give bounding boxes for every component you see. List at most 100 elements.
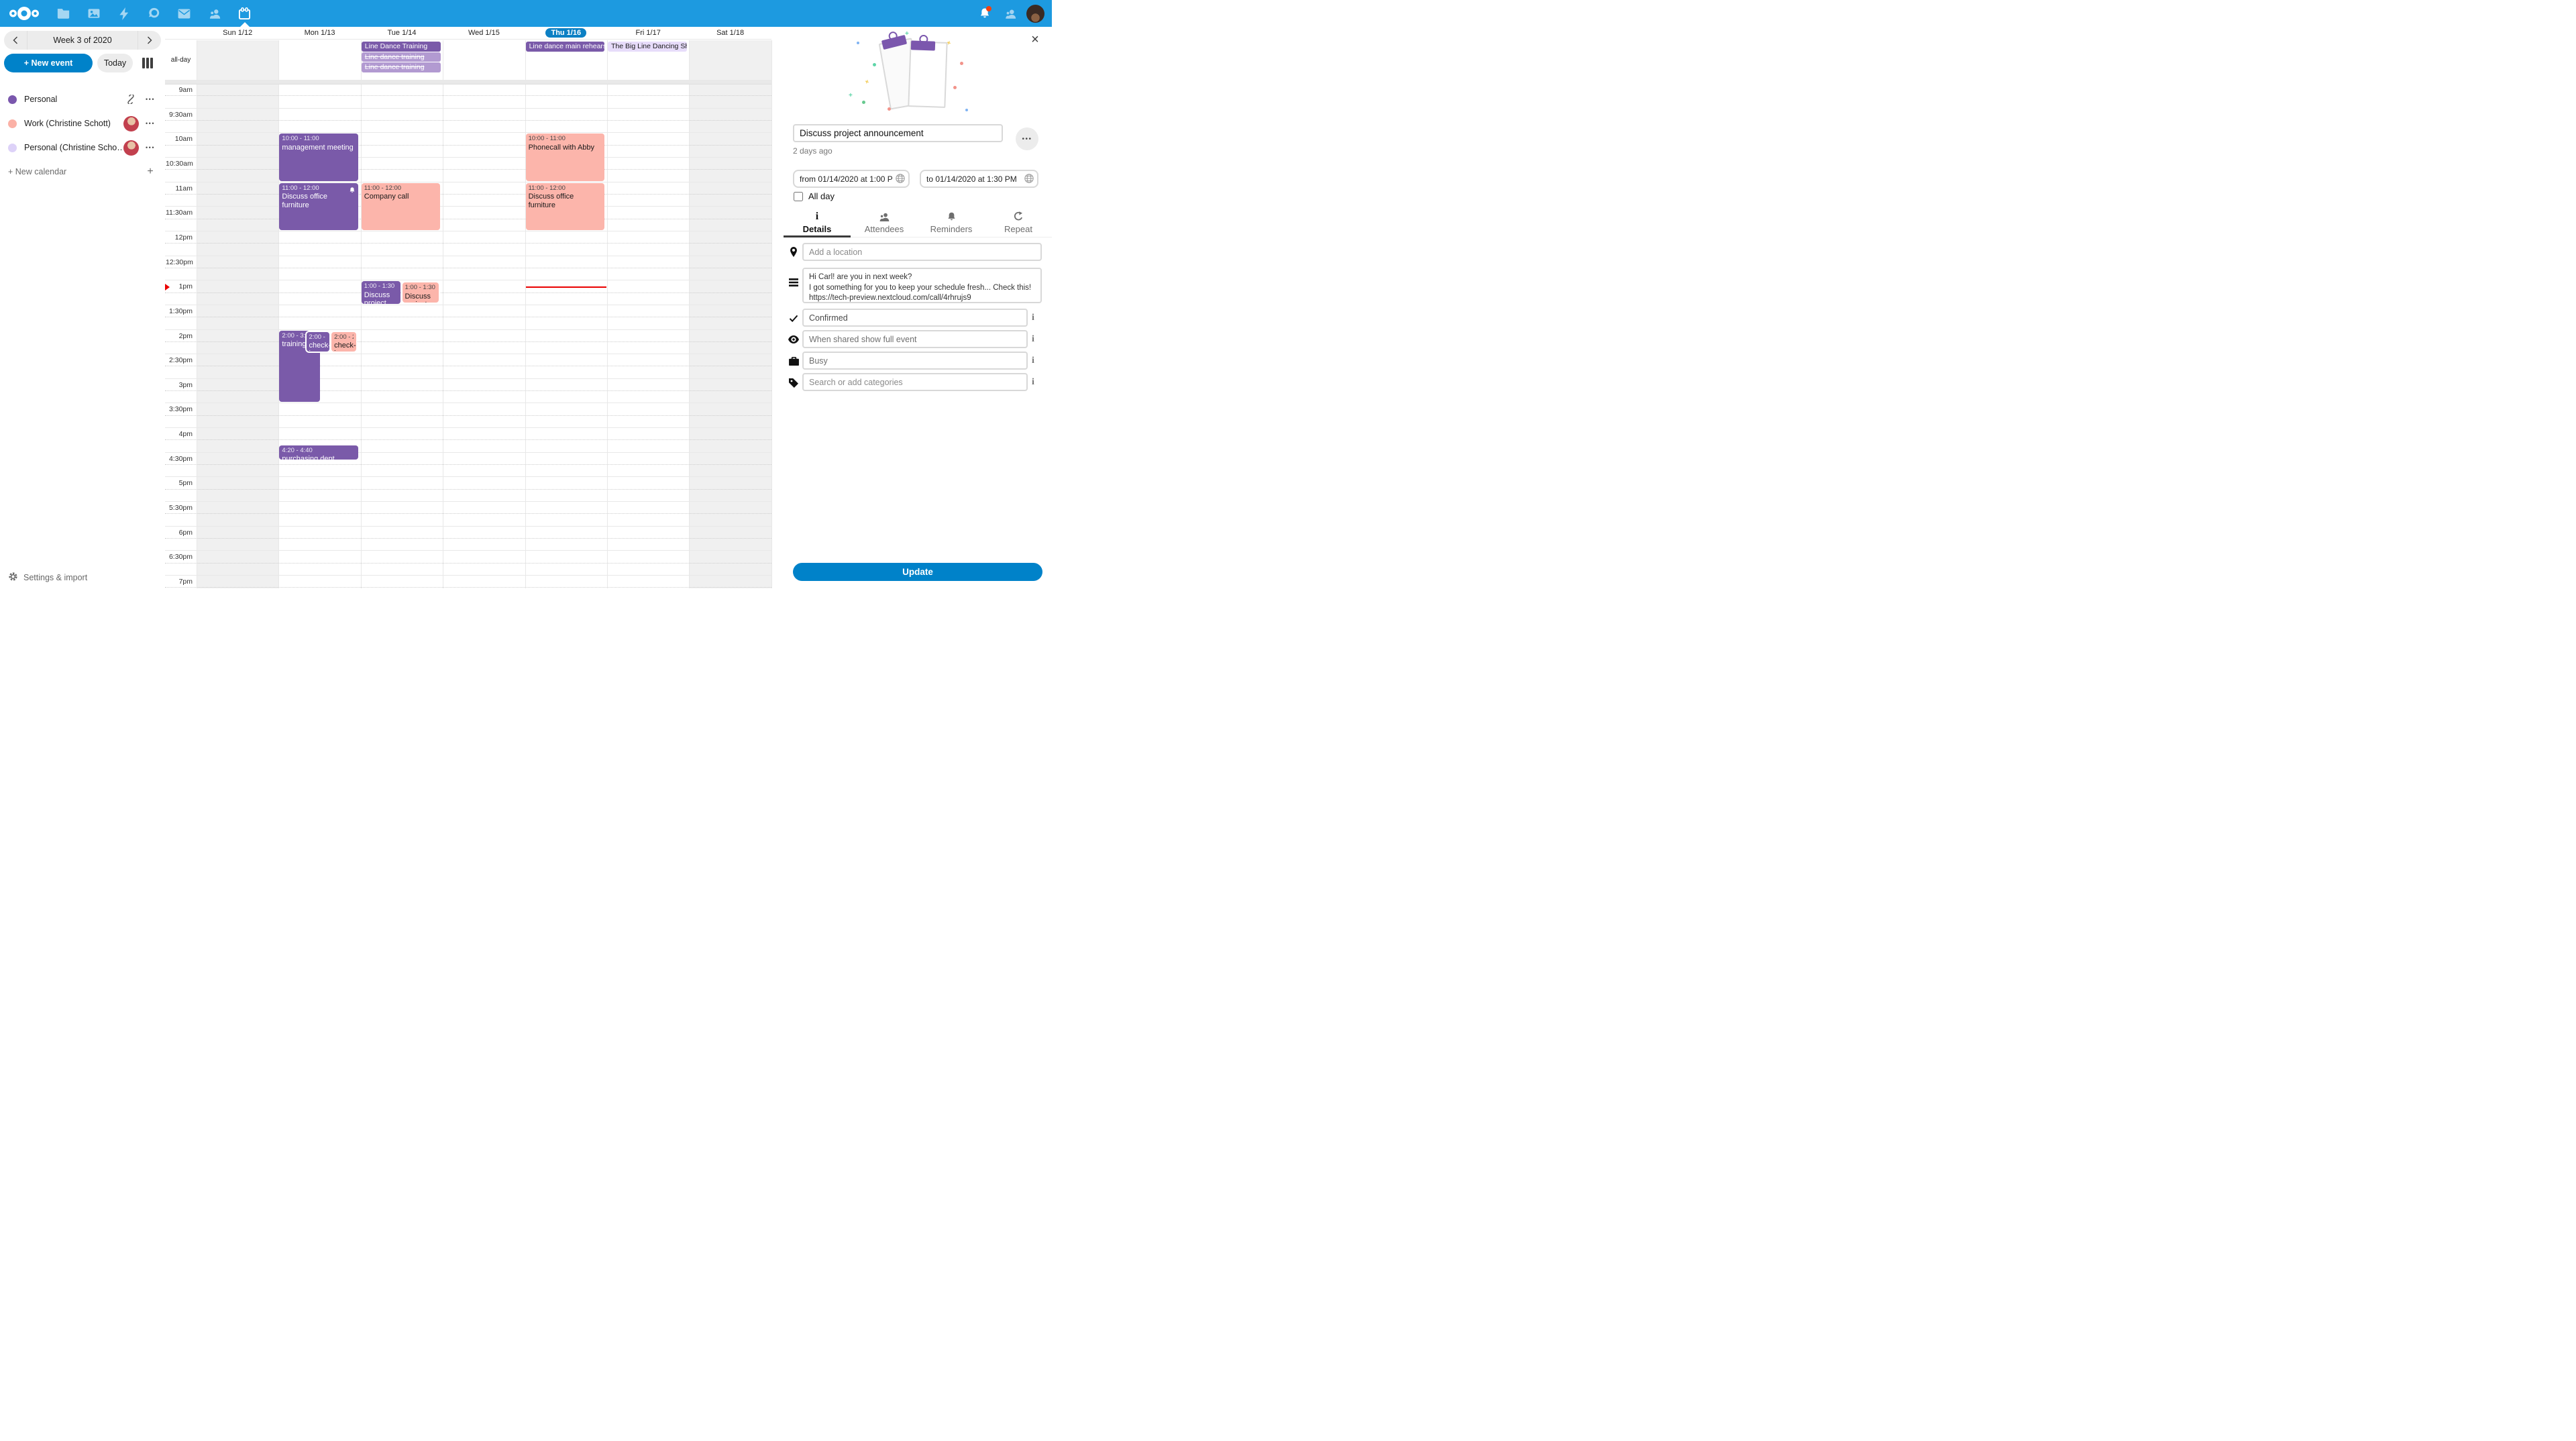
event-actions-menu-button[interactable]: ••• (1016, 127, 1038, 150)
event-time-label: 11:00 - 12:00 (364, 184, 437, 193)
tab-reminders[interactable]: Reminders (918, 209, 985, 237)
time-label: 7pm (166, 578, 193, 586)
event-illustration: + + + + (847, 35, 981, 112)
event-title-label: check-in (334, 341, 354, 353)
all-day-event[interactable]: Line Dance Training (362, 42, 441, 52)
categories-input[interactable] (802, 373, 1028, 391)
end-datetime-input[interactable] (920, 170, 1038, 188)
event-title-label: Company call (364, 193, 437, 201)
tab-attendees[interactable]: Attendees (851, 209, 918, 237)
event-title-input[interactable] (793, 124, 1003, 142)
calendar-event[interactable]: 4:20 - 4:40purchasing dept (279, 445, 358, 460)
time-label: 3:30pm (166, 405, 193, 413)
calendar-event[interactable]: 1:00 - 1:30Discuss project announcement (362, 281, 401, 304)
new-event-button[interactable]: + New event (4, 54, 93, 72)
week-label[interactable]: Week 3 of 2020 (28, 36, 138, 45)
grid-line (165, 95, 771, 96)
grid-line (165, 464, 771, 465)
calendar-list: Personal•••Work (Christine Schott)•••Per… (0, 87, 165, 184)
grid-line (165, 439, 771, 440)
freebusy-info-icon[interactable]: i (1032, 356, 1034, 366)
notifications-bell-icon[interactable] (972, 0, 998, 27)
status-info-icon[interactable]: i (1032, 313, 1034, 323)
location-input[interactable] (802, 243, 1042, 261)
weekend-shading (197, 40, 278, 588)
grid-line (165, 489, 771, 490)
visibility-input[interactable] (802, 330, 1028, 348)
categories-info-icon[interactable]: i (1032, 377, 1034, 388)
calendar-color-dot (8, 144, 17, 152)
photos-app-icon[interactable] (78, 0, 109, 27)
next-week-button[interactable] (138, 31, 161, 50)
calendar-event[interactable]: 1:00 - 1:30Discuss project (401, 281, 441, 304)
user-avatar[interactable] (1026, 5, 1044, 23)
start-datetime-input[interactable] (793, 170, 910, 188)
all-day-checkbox[interactable] (794, 192, 803, 201)
week-view-toggle-icon[interactable] (142, 58, 153, 68)
start-datetime-field (793, 170, 910, 188)
freebusy-input[interactable] (802, 352, 1028, 370)
calendar-name-label: Personal (24, 95, 123, 104)
previous-week-button[interactable] (4, 31, 28, 50)
event-title-label: Phonecall with Abby (529, 144, 602, 152)
event-title-label: Discuss office furniture (529, 193, 602, 209)
event-time-label: 1:00 - 1:30 (405, 284, 437, 292)
event-time-label: 4:20 - 4:40 (282, 447, 355, 455)
timezone-globe-icon[interactable] (1024, 174, 1034, 186)
grid-line (165, 390, 771, 391)
timezone-globe-icon[interactable] (896, 174, 905, 186)
grid-line (165, 120, 771, 121)
day-header-thu-1-16: Thu 1/16 (525, 27, 607, 39)
activity-app-icon[interactable] (109, 0, 139, 27)
calendar-event[interactable]: 11:00 - 12:00Discuss office furniture (279, 183, 358, 230)
calendar-event[interactable]: 10:00 - 11:00Phonecall with Abby (526, 134, 604, 180)
time-label: 3pm (166, 381, 193, 389)
sidebar-item-calendar-personal-christine-scho[interactable]: Personal (Christine Scho…••• (0, 136, 165, 160)
nextcloud-logo-icon[interactable] (8, 5, 40, 22)
all-day-event[interactable]: Line dance main rehearsal (526, 42, 605, 52)
files-app-icon[interactable] (48, 0, 78, 27)
calendar-event[interactable]: 2:00 - 2:30check-in (330, 331, 358, 354)
settings-import-button[interactable]: Settings & import (8, 572, 87, 584)
day-header-tue-1-14: Tue 1/14 (361, 27, 443, 39)
calendar-event[interactable]: 11:00 - 12:00Discuss office furniture (526, 183, 604, 230)
talk-app-icon[interactable] (139, 0, 169, 27)
calendar-color-dot (8, 119, 17, 128)
close-icon[interactable]: × (1026, 31, 1044, 48)
all-day-event[interactable]: Line dance training (362, 62, 441, 72)
contacts-menu-icon[interactable] (998, 0, 1023, 27)
event-title-label: Discuss project (405, 292, 437, 304)
update-button[interactable]: Update (793, 563, 1042, 581)
time-label: 4pm (166, 430, 193, 438)
calendar-event[interactable]: 2:00 - 2:30check-in (305, 331, 331, 354)
sidebar-item-calendar-work-christine-schott[interactable]: Work (Christine Schott)••• (0, 111, 165, 136)
tag-icon (788, 378, 800, 388)
new-calendar-button[interactable]: + New calendar+ (0, 160, 165, 184)
grid-line (165, 587, 771, 588)
tab-repeat[interactable]: Repeat (985, 209, 1052, 237)
time-label: 1:30pm (166, 307, 193, 315)
all-day-event[interactable]: The Big Line Dancing Show (608, 42, 687, 52)
today-button[interactable]: Today (97, 54, 133, 72)
more-options-icon[interactable]: ••• (144, 96, 157, 103)
share-link-icon[interactable] (123, 95, 138, 104)
more-options-icon[interactable]: ••• (144, 120, 157, 127)
settings-import-label: Settings & import (23, 573, 87, 582)
calendar-event[interactable]: 11:00 - 12:00Company call (362, 183, 440, 230)
all-day-event[interactable]: Line dance training (362, 52, 441, 62)
day-header-fri-1-17: Fri 1/17 (607, 27, 689, 39)
eye-icon (788, 335, 800, 343)
calendar-app-icon[interactable] (229, 0, 260, 27)
visibility-info-icon[interactable]: i (1032, 334, 1034, 345)
more-options-icon[interactable]: ••• (144, 144, 157, 151)
time-label: 5pm (166, 479, 193, 487)
status-input[interactable] (802, 309, 1028, 327)
sidebar-item-calendar-personal[interactable]: Personal ••• (0, 87, 165, 111)
grid-line (165, 243, 771, 244)
calendar-event[interactable]: 10:00 - 11:00management meeting (279, 134, 358, 180)
contacts-app-icon[interactable] (199, 0, 229, 27)
description-textarea[interactable]: Hi Carl! are you in next week? I got som… (802, 268, 1042, 303)
tab-details[interactable]: iDetails (784, 209, 851, 237)
day-header-sun-1-12: Sun 1/12 (197, 27, 278, 39)
mail-app-icon[interactable] (169, 0, 199, 27)
